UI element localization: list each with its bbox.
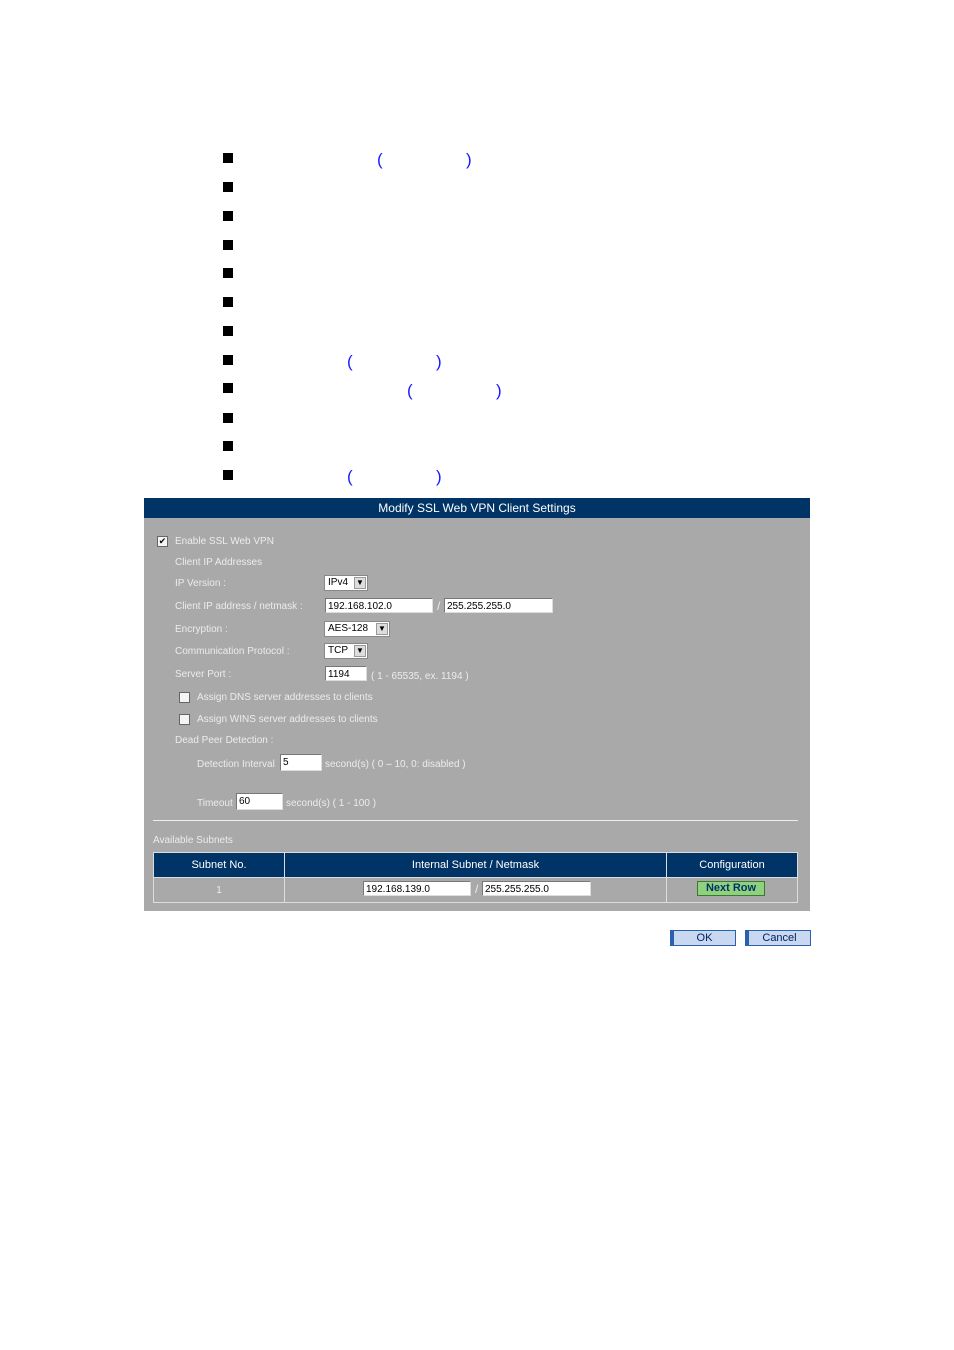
close-paren: ) (496, 381, 502, 400)
close-paren: ) (466, 150, 472, 169)
timeout-hint: second(s) ( 1 - 100 ) (286, 798, 377, 809)
table-header: Subnet No. Internal Subnet / Netmask Con… (153, 852, 798, 878)
column-header: Internal Subnet / Netmask (284, 852, 667, 878)
detection-interval-input[interactable]: 5 (280, 754, 322, 771)
client-netmask-input[interactable]: 255.255.255.0 (444, 598, 553, 613)
assign-dns-checkbox[interactable] (179, 692, 190, 703)
subnets-table: Subnet No. Internal Subnet / Netmask Con… (153, 852, 798, 903)
bullet-4 (223, 240, 233, 250)
encryption-value: AES-128 (328, 623, 369, 634)
server-port-input[interactable]: 1194 (325, 666, 367, 681)
subnet-input[interactable]: 192.168.139.0 (363, 881, 471, 896)
subnet-cell: 192.168.139.0 / 255.255.255.0 (284, 877, 667, 903)
ip-version-value: IPv4 (328, 577, 349, 588)
bullet-11 (223, 441, 233, 451)
ok-button[interactable]: OK (670, 930, 736, 946)
encryption-label: Encryption : (175, 624, 228, 635)
bullet-2 (223, 182, 233, 192)
config-cell: Next Row (666, 877, 798, 903)
client-ip-heading: Client IP Addresses (175, 557, 263, 568)
open-paren: ( (347, 467, 353, 486)
ip-version-label: IP Version : (175, 578, 226, 589)
bullet-3 (223, 211, 233, 221)
timeout-label: Timeout (197, 798, 233, 809)
client-ip-input[interactable]: 192.168.102.0 (325, 598, 433, 613)
chevron-down-icon: ▼ (354, 645, 366, 657)
panel-title: Modify SSL Web VPN Client Settings (144, 498, 810, 518)
chevron-down-icon: ▼ (354, 577, 366, 589)
bullet-12 (223, 470, 233, 480)
protocol-select[interactable]: TCP ▼ (324, 643, 368, 659)
slash: / (437, 599, 441, 613)
open-paren: ( (377, 150, 383, 169)
assign-dns-label: Assign DNS server addresses to clients (197, 692, 373, 703)
protocol-label: Communication Protocol : (175, 646, 290, 657)
ip-version-select[interactable]: IPv4 ▼ (324, 575, 368, 591)
column-header: Configuration (666, 852, 798, 878)
cancel-button[interactable]: Cancel (745, 930, 811, 946)
close-paren: ) (436, 352, 442, 371)
detection-interval-label: Detection Interval (197, 759, 275, 770)
protocol-value: TCP (328, 645, 348, 656)
bullet-8 (223, 355, 233, 365)
detection-interval-hint: second(s) ( 0 – 10, 0: disabled ) (325, 759, 466, 770)
bullet-1 (223, 153, 233, 163)
open-paren: ( (407, 381, 413, 400)
bullet-7 (223, 326, 233, 336)
bullet-6 (223, 297, 233, 307)
encryption-select[interactable]: AES-128 ▼ (324, 621, 390, 637)
server-port-label: Server Port : (175, 669, 232, 680)
close-paren: ) (436, 467, 442, 486)
client-ip-label: Client IP address / netmask : (175, 601, 303, 612)
enable-ssl-vpn-checkbox[interactable]: ✔ (157, 536, 168, 547)
subnet-no: 1 (153, 877, 285, 903)
bullet-10 (223, 413, 233, 423)
dpd-label: Dead Peer Detection : (175, 735, 274, 746)
next-row-button[interactable]: Next Row (697, 881, 765, 896)
open-paren: ( (347, 352, 353, 371)
slash: / (475, 882, 479, 896)
server-port-hint: ( 1 - 65535, ex. 1194 ) (371, 671, 469, 682)
netmask-input[interactable]: 255.255.255.0 (482, 881, 591, 896)
column-header: Subnet No. (153, 852, 285, 878)
assign-wins-label: Assign WINS server addresses to clients (197, 714, 378, 725)
available-subnets-label: Available Subnets (153, 835, 233, 846)
assign-wins-checkbox[interactable] (179, 714, 190, 725)
bullet-5 (223, 268, 233, 278)
table-row: 1 192.168.139.0 / 255.255.255.0 Next Row (153, 877, 798, 903)
chevron-down-icon: ▼ (376, 623, 388, 635)
bullet-9 (223, 383, 233, 393)
timeout-input[interactable]: 60 (236, 793, 283, 810)
enable-ssl-vpn-label: Enable SSL Web VPN (175, 536, 274, 547)
divider (153, 820, 798, 821)
ssl-vpn-settings-panel: Modify SSL Web VPN Client Settings ✔ Ena… (144, 498, 810, 911)
